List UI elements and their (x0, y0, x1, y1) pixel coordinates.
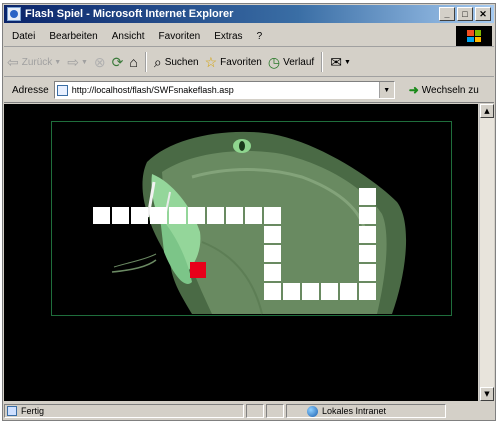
vertical-scrollbar[interactable]: ▲ ▼ (479, 104, 494, 401)
refresh-icon: ⟳ (111, 54, 124, 70)
menu-datei[interactable]: Datei (4, 31, 42, 42)
snake-segment (264, 283, 281, 300)
snake-segment (188, 207, 205, 224)
snake-segment (359, 283, 376, 300)
favorites-label: Favoriten (220, 56, 262, 68)
snake-segment (359, 188, 376, 205)
back-arrow-icon: ⇦ (7, 54, 19, 70)
search-button[interactable]: ⌕ Suchen (151, 51, 202, 73)
windows-logo-icon (467, 30, 481, 42)
status-text: Fertig (21, 406, 45, 416)
minimize-button[interactable]: _ (439, 7, 455, 21)
status-cell (266, 404, 284, 418)
back-button[interactable]: ⇦ Zurück ▼ (4, 51, 64, 73)
status-text-area: Fertig (4, 404, 244, 418)
snake-segment (264, 264, 281, 281)
mail-icon: ✉ (330, 54, 342, 70)
snake-segment (302, 283, 319, 300)
forward-arrow-icon: ⇨ (67, 54, 79, 70)
address-bar: Adresse http://localhost/flash/SWFsnakef… (4, 78, 494, 103)
snake-segment (359, 264, 376, 281)
browser-window: Flash Spiel - Microsoft Internet Explore… (2, 3, 496, 421)
scroll-down-arrow-icon[interactable]: ▼ (480, 387, 494, 401)
scroll-up-arrow-icon[interactable]: ▲ (480, 104, 494, 118)
back-dropdown-icon[interactable]: ▼ (54, 59, 61, 66)
favorites-button[interactable]: ☆ Favoriten (202, 51, 265, 73)
page-icon (56, 84, 68, 96)
stop-icon: ⊗ (93, 54, 106, 70)
snake-segment (93, 207, 110, 224)
game-area[interactable] (51, 121, 452, 316)
mail-dropdown-icon[interactable]: ▼ (344, 59, 351, 66)
menu-extras[interactable]: Extras (207, 31, 249, 42)
page-done-icon (7, 406, 17, 416)
snake-segment (226, 207, 243, 224)
search-icon: ⌕ (153, 54, 162, 70)
snake-segment (112, 207, 129, 224)
maximize-button[interactable]: □ (457, 7, 473, 21)
forward-dropdown-icon[interactable]: ▼ (81, 59, 88, 66)
snake-segment (340, 283, 357, 300)
toolbar-separator (321, 52, 324, 72)
snake-segment (245, 207, 262, 224)
go-button[interactable]: ➜ Wechseln zu (409, 83, 479, 97)
history-label: Verlauf (283, 56, 315, 68)
favorites-star-icon: ☆ (204, 54, 218, 70)
internet-explorer-icon (7, 7, 21, 21)
page-content[interactable] (4, 104, 478, 401)
title-bar: Flash Spiel - Microsoft Internet Explore… (4, 5, 494, 23)
address-url[interactable]: http://localhost/flash/SWFsnakeflash.asp (72, 85, 379, 95)
stop-button[interactable]: ⊗ (91, 51, 109, 73)
status-bar: Fertig Lokales Intranet (4, 403, 494, 419)
menu-help[interactable]: ? (250, 31, 270, 42)
snake-segment (150, 207, 167, 224)
home-icon: ⌂ (129, 54, 138, 70)
menu-bar: Datei Bearbeiten Ansicht Favoriten Extra… (4, 26, 494, 47)
snake-segment (321, 283, 338, 300)
back-label: Zurück (21, 56, 53, 68)
snake-segment (359, 245, 376, 262)
zone-text: Lokales Intranet (322, 406, 387, 416)
close-button[interactable]: ✕ (475, 7, 491, 21)
refresh-button[interactable]: ⟳ (109, 51, 127, 73)
forward-button[interactable]: ⇨ ▼ (64, 51, 91, 73)
menu-ansicht[interactable]: Ansicht (105, 31, 152, 42)
snake-segment (359, 207, 376, 224)
menu-favoriten[interactable]: Favoriten (152, 31, 208, 42)
address-label: Adresse (12, 84, 49, 96)
address-dropdown-icon[interactable]: ▼ (378, 82, 394, 98)
snake-segment (283, 283, 300, 300)
snake-segment (359, 226, 376, 243)
snake-segment (264, 226, 281, 243)
window-title: Flash Spiel - Microsoft Internet Explore… (25, 8, 234, 20)
menu-bearbeiten[interactable]: Bearbeiten (42, 31, 104, 42)
go-arrow-icon: ➜ (408, 83, 419, 97)
snake-game-canvas[interactable] (52, 122, 451, 315)
snake-segment (264, 245, 281, 262)
search-label: Suchen (164, 56, 199, 68)
windows-logo-throbber (456, 26, 492, 46)
security-zone: Lokales Intranet (286, 404, 446, 418)
food-pellet (190, 262, 206, 278)
snake-segment (264, 207, 281, 224)
snake-segment (169, 207, 186, 224)
standard-toolbar: ⇦ Zurück ▼ ⇨ ▼ ⊗ ⟳ ⌂ ⌕ Suchen ☆ Favorite… (4, 48, 494, 77)
snake-segment (131, 207, 148, 224)
home-button[interactable]: ⌂ (126, 51, 140, 73)
intranet-zone-icon (307, 405, 318, 417)
snake-segment (207, 207, 224, 224)
history-button[interactable]: ◷ Verlauf (265, 51, 317, 73)
mail-button[interactable]: ✉ ▼ (327, 51, 354, 73)
address-input[interactable]: http://localhost/flash/SWFsnakeflash.asp… (53, 81, 395, 99)
history-icon: ◷ (267, 54, 281, 70)
status-cell (246, 404, 264, 418)
go-label: Wechseln zu (421, 84, 479, 96)
toolbar-separator (144, 52, 147, 72)
